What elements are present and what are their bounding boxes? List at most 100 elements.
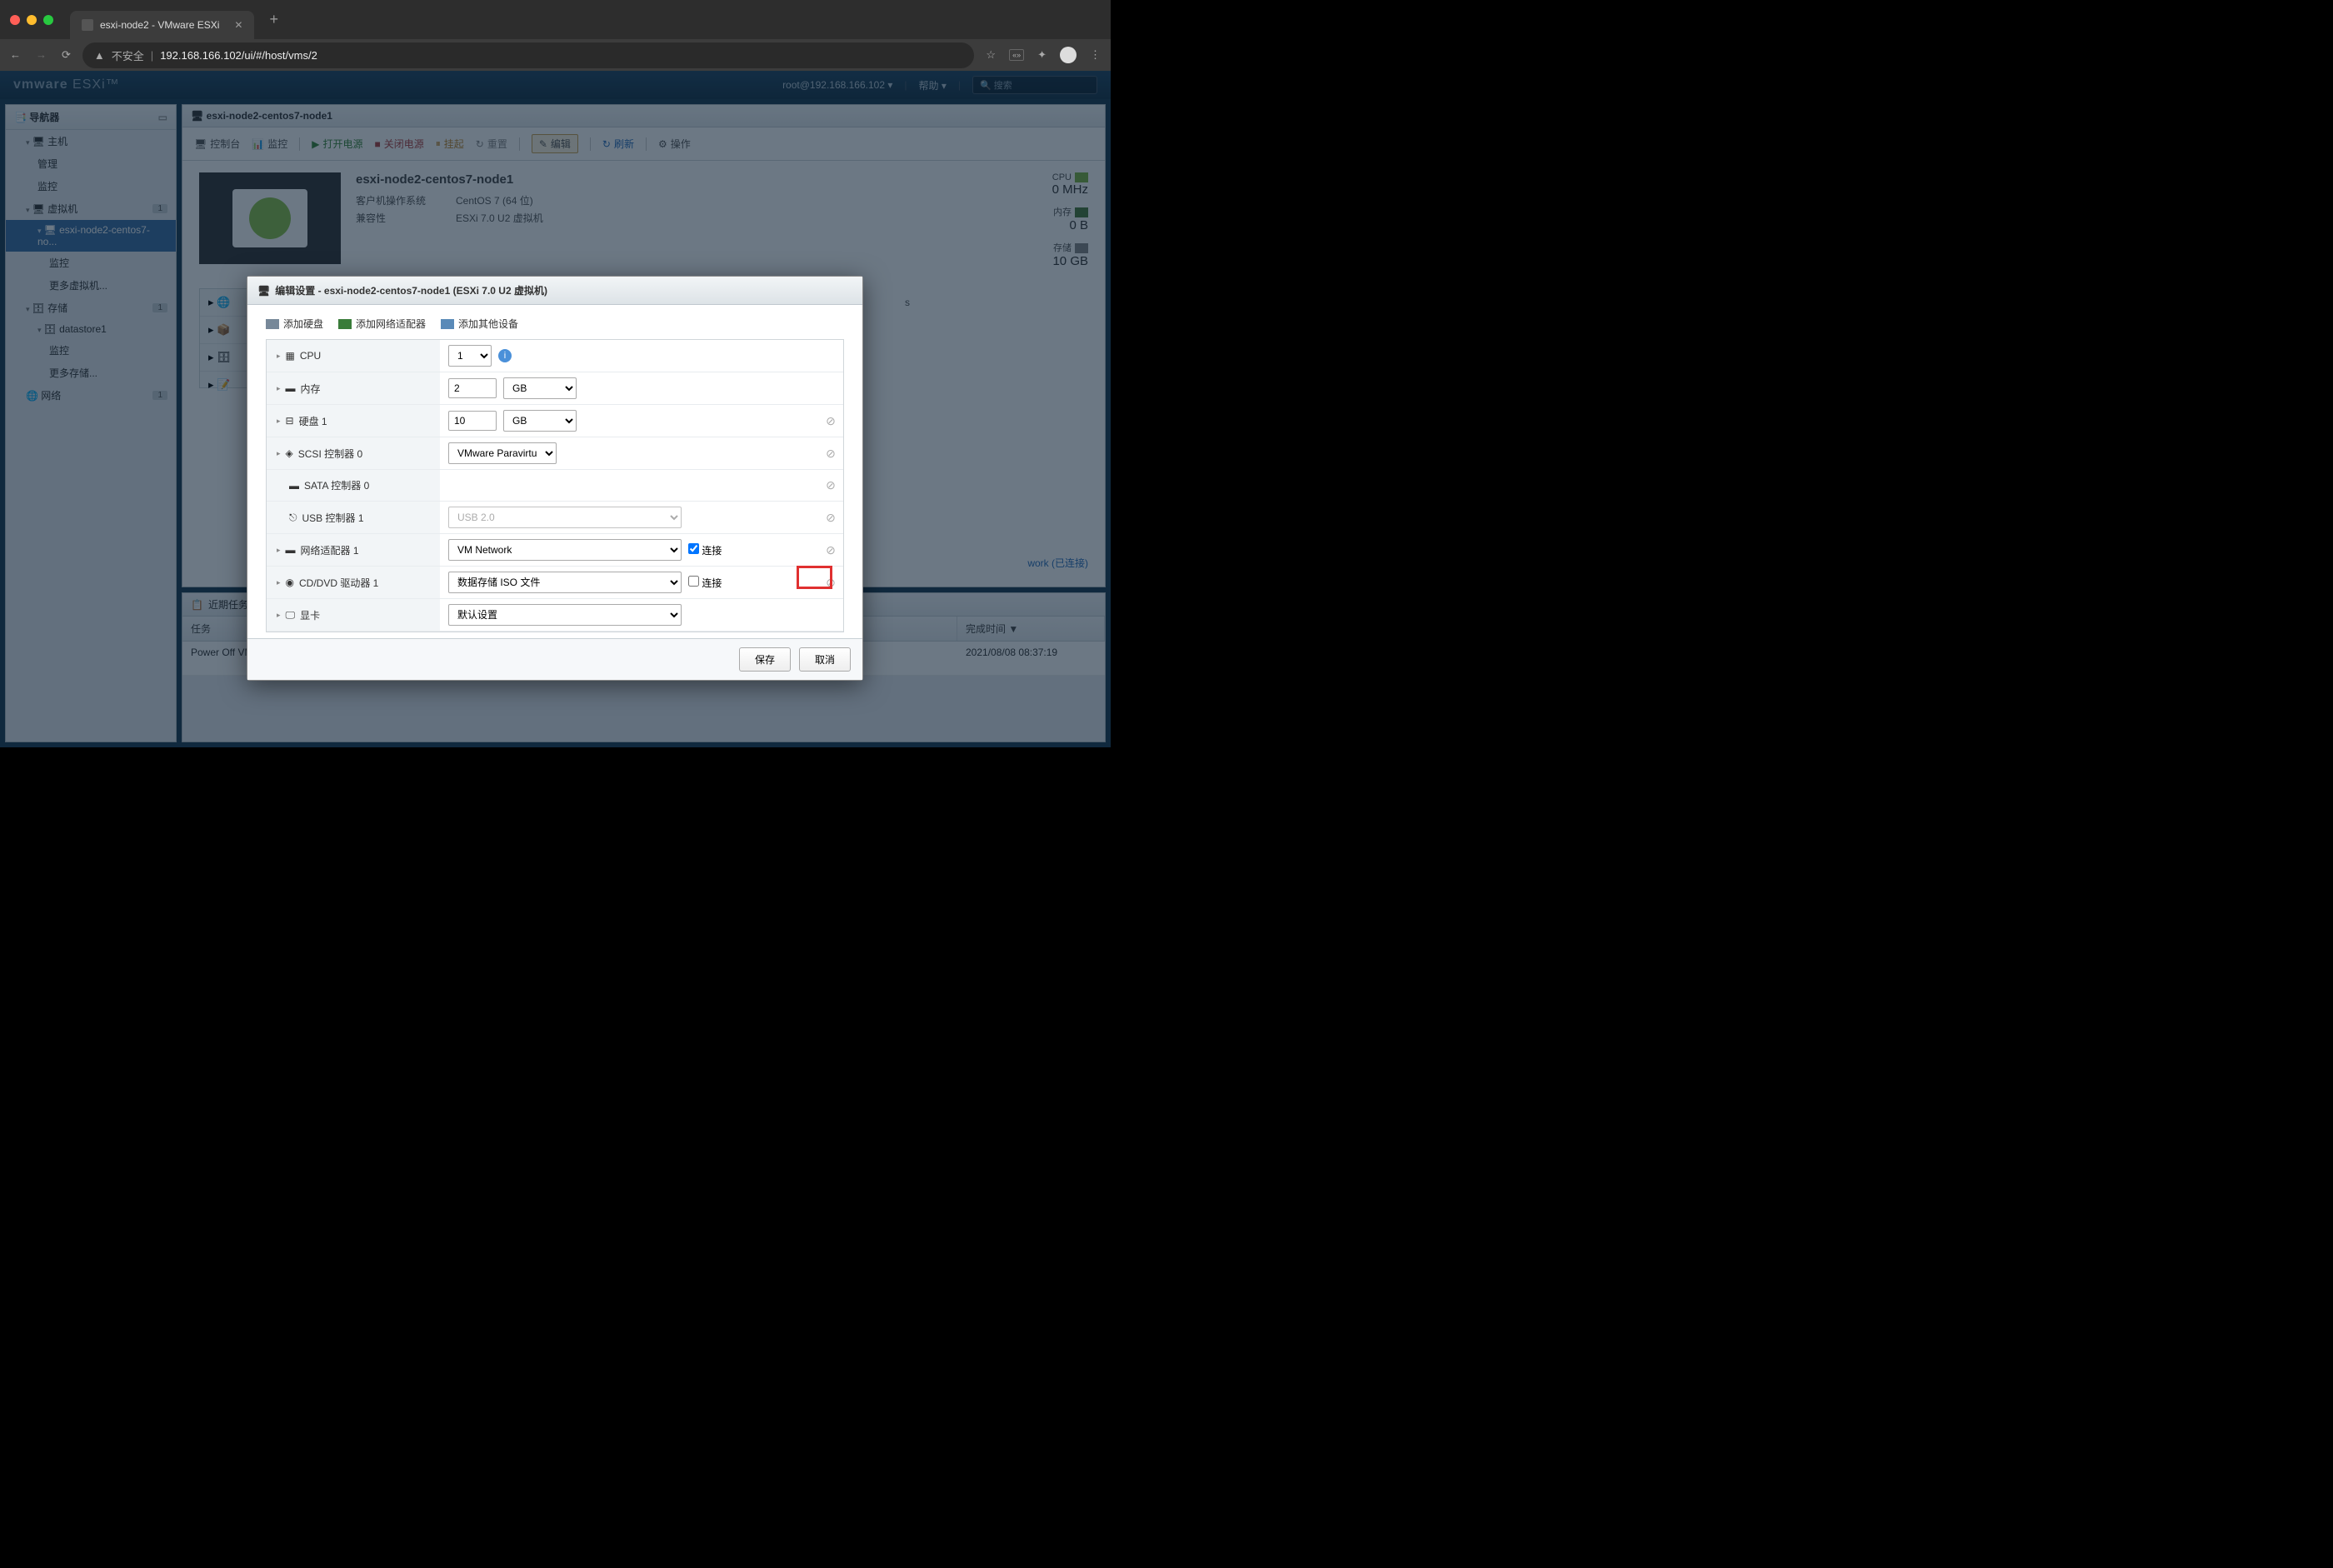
edit-button[interactable]: ✎ 编辑 <box>532 134 578 153</box>
profile-avatar[interactable] <box>1060 47 1077 63</box>
collapse-icon[interactable]: ▭ <box>158 112 167 123</box>
vm-count-badge: 1 <box>152 204 167 213</box>
expand-icon[interactable]: ▸ <box>277 384 281 393</box>
reset-button[interactable]: ↻ 重置 <box>476 137 507 151</box>
help-menu[interactable]: 帮助 ▾ <box>919 78 947 92</box>
dialog-title: 🖥 编辑设置 - esxi-node2-centos7-node1 (ESXi … <box>247 277 862 305</box>
add-other-button[interactable]: 添加其他设备 <box>441 317 518 331</box>
guest-os-value: CentOS 7 (64 位) <box>456 193 533 207</box>
minimize-window-button[interactable] <box>27 15 37 25</box>
hw-usb-row: ⎋USB 控制器 1 USB 2.0 ⊘ <box>267 502 843 534</box>
remove-sata-button[interactable]: ⊘ <box>818 478 843 492</box>
hw-nic-row: ▸▬网络适配器 1 VM Network 连接 ⊘ <box>267 534 843 567</box>
vm-console-thumbnail[interactable] <box>199 172 341 264</box>
info-icon[interactable]: i <box>498 349 512 362</box>
nic-icon: ▬ <box>286 544 296 556</box>
col-done[interactable]: 完成时间 ▼ <box>957 617 1105 641</box>
nic-icon <box>338 319 352 329</box>
close-window-button[interactable] <box>10 15 20 25</box>
remove-scsi-button[interactable]: ⊘ <box>818 447 843 461</box>
add-disk-button[interactable]: 添加硬盘 <box>266 317 323 331</box>
bookmark-icon[interactable]: ☆ <box>986 48 996 62</box>
nav-host-manage[interactable]: 管理 <box>6 152 176 175</box>
nav-datastore1[interactable]: ▾🗄 datastore1 <box>6 319 176 339</box>
nav-more-vms[interactable]: 更多虚拟机... <box>6 274 176 297</box>
nav-vms[interactable]: ▾🖥 虚拟机1 <box>6 197 176 220</box>
user-menu[interactable]: root@192.168.166.102 ▾ <box>782 79 892 91</box>
usb-icon: ⎋ <box>289 512 297 524</box>
nav-reload-icon[interactable]: ⟳ <box>62 48 71 62</box>
nav-host-monitor[interactable]: 监控 <box>6 175 176 197</box>
expand-icon[interactable]: ▸ <box>277 449 281 458</box>
add-nic-button[interactable]: 添加网络适配器 <box>338 317 426 331</box>
expand-icon[interactable]: ▸ <box>277 352 281 361</box>
console-button[interactable]: 🖥 控制台 <box>194 137 240 151</box>
content-title: 🖥 esxi-node2-centos7-node1 <box>182 105 1105 127</box>
scsi-type-select[interactable]: VMware Paravirtual <box>448 442 557 464</box>
global-search-input[interactable]: 🔍 搜索 <box>972 76 1097 94</box>
memory-input[interactable] <box>448 378 497 398</box>
expand-icon[interactable]: ▸ <box>277 611 281 620</box>
network-connected-label: work (已连接) <box>1027 556 1088 570</box>
cd-icon: ◉ <box>286 577 294 588</box>
url-text: 192.168.166.102/ui/#/host/vms/2 <box>160 49 317 62</box>
nav-host[interactable]: ▾🖥 主机 <box>6 130 176 152</box>
vm-toolbar: 🖥 控制台 📊 监控 ▶ 打开电源 ■ 关闭电源 ⏸ 挂起 ↻ 重置 ✎ 编辑 … <box>182 127 1105 161</box>
nav-ds-monitor[interactable]: 监控 <box>6 339 176 362</box>
expand-icon[interactable]: ▸ <box>277 417 281 426</box>
power-on-button[interactable]: ▶ 打开电源 <box>312 137 362 151</box>
tab-title: esxi-node2 - VMware ESXi <box>100 19 219 31</box>
disk-unit-select[interactable]: GB <box>503 410 577 432</box>
remove-disk-button[interactable]: ⊘ <box>818 414 843 428</box>
expand-icon[interactable]: ▸ <box>277 546 281 555</box>
cpu-stat: CPU0 MHz <box>1013 172 1088 197</box>
navigator-sidebar: 📑 导航器 ▭ ▾🖥 主机 管理 监控 ▾🖥 虚拟机1 ▾🖥 esxi-node… <box>5 104 177 742</box>
url-field[interactable]: ▲ 不安全 | 192.168.166.102/ui/#/host/vms/2 <box>82 42 975 68</box>
actions-button[interactable]: ⚙ 操作 <box>658 137 691 151</box>
tab-close-icon[interactable]: ✕ <box>234 19 242 31</box>
remove-usb-button[interactable]: ⊘ <box>818 511 843 525</box>
nav-back-icon[interactable]: ← <box>10 48 21 62</box>
usb-version-select[interactable]: USB 2.0 <box>448 507 682 528</box>
new-tab-button[interactable]: + <box>269 11 278 28</box>
nic-connect-checkbox[interactable]: 连接 <box>688 543 722 557</box>
cpu-count-select[interactable]: 1 <box>448 345 492 367</box>
storage-stat: 存储10 GB <box>1013 241 1088 268</box>
hw-memory-row: ▸▬内存 GB <box>267 372 843 405</box>
extension-badge[interactable]: «» <box>1009 49 1024 61</box>
refresh-button[interactable]: ↻ 刷新 <box>602 137 634 151</box>
nav-vm-item-selected[interactable]: ▾🖥 esxi-node2-centos7-no... <box>6 220 176 252</box>
power-off-button[interactable]: ■ 关闭电源 <box>374 137 423 151</box>
browser-menu-icon[interactable]: ⋮ <box>1090 48 1101 62</box>
nav-forward-icon[interactable]: → <box>36 48 47 62</box>
vmware-logo: vmware ESXi™ <box>13 77 120 92</box>
nav-vm-monitor[interactable]: 监控 <box>6 252 176 274</box>
hw-sata-row: ▬SATA 控制器 0 ⊘ <box>267 470 843 502</box>
disk-icon <box>1075 243 1088 253</box>
remove-cd-button[interactable]: ⊘ <box>818 576 843 590</box>
cd-source-select[interactable]: 数据存储 ISO 文件 <box>448 572 682 593</box>
disk-size-input[interactable] <box>448 411 497 431</box>
cd-connect-checkbox[interactable]: 连接 <box>688 576 722 590</box>
expand-icon[interactable]: ▸ <box>277 578 281 587</box>
save-button[interactable]: 保存 <box>739 647 791 672</box>
nav-network[interactable]: 🌐 网络1 <box>6 384 176 407</box>
sata-icon: ▬ <box>289 480 299 492</box>
network-count-badge: 1 <box>152 391 167 400</box>
browser-tab[interactable]: esxi-node2 - VMware ESXi ✕ <box>70 11 254 39</box>
vm-name: esxi-node2-centos7-node1 <box>356 172 998 187</box>
cancel-button[interactable]: 取消 <box>799 647 851 672</box>
nav-storage[interactable]: ▾🗄 存储1 <box>6 297 176 319</box>
remove-nic-button[interactable]: ⊘ <box>818 543 843 557</box>
esxi-app: vmware ESXi™ root@192.168.166.102 ▾ | 帮助… <box>0 71 1111 747</box>
nav-more-storage[interactable]: 更多存储... <box>6 362 176 384</box>
tab-favicon <box>82 19 93 31</box>
gpu-settings-select[interactable]: 默认设置 <box>448 604 682 626</box>
extensions-icon[interactable]: ✦ <box>1037 48 1047 62</box>
nic-network-select[interactable]: VM Network <box>448 539 682 561</box>
suspend-button[interactable]: ⏸ 挂起 <box>436 137 464 151</box>
browser-url-bar: ← → ⟳ ▲ 不安全 | 192.168.166.102/ui/#/host/… <box>0 39 1111 71</box>
memory-unit-select[interactable]: GB <box>503 377 577 399</box>
monitor-button[interactable]: 📊 监控 <box>252 137 287 151</box>
maximize-window-button[interactable] <box>43 15 53 25</box>
